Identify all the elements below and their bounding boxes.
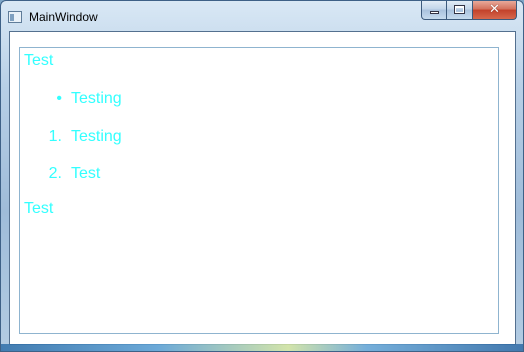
list-item-text: Test <box>71 165 101 182</box>
maximize-button[interactable] <box>447 1 473 20</box>
number-marker: 2. <box>48 165 62 182</box>
caption-buttons: ✕ <box>421 1 517 21</box>
client-area: Test • Testing 1. Testing 2. Test Test <box>9 31 516 345</box>
title-bar[interactable]: MainWindow ✕ <box>1 1 523 31</box>
numbered-list-item: 1. Testing <box>20 127 320 147</box>
maximize-icon <box>454 5 465 14</box>
list-item-text: Testing <box>71 128 122 145</box>
list-item-text: Testing <box>71 90 122 107</box>
window-title: MainWindow <box>29 10 98 24</box>
close-button[interactable]: ✕ <box>473 1 517 20</box>
number-marker: 1. <box>48 128 62 145</box>
numbered-list-item: 2. Test <box>20 164 320 184</box>
close-icon: ✕ <box>489 2 500 17</box>
window-app-icon[interactable] <box>8 11 22 23</box>
window-bottom-border <box>1 344 523 351</box>
minimize-button[interactable] <box>421 1 447 20</box>
flow-document-viewer[interactable]: Test • Testing 1. Testing 2. Test Test <box>19 47 499 334</box>
main-window: MainWindow ✕ Test • Testing 1. Testing 2… <box>0 0 524 352</box>
bullet-marker: • <box>56 90 62 107</box>
minimize-icon <box>430 11 439 14</box>
bullet-list-item: • Testing <box>20 89 320 109</box>
paragraph: Test <box>24 200 54 217</box>
paragraph: Test <box>24 52 54 69</box>
